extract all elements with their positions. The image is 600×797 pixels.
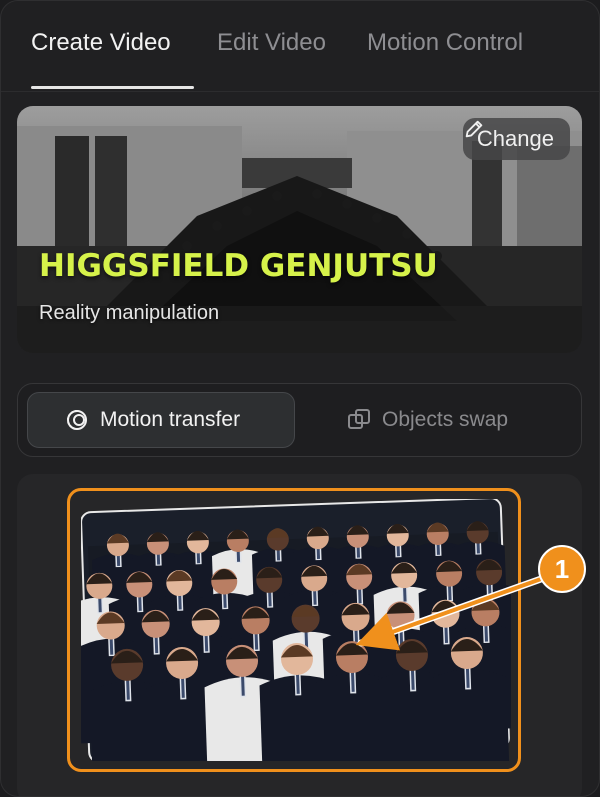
motion-transfer-option[interactable]: Motion transfer — [27, 392, 295, 448]
effect-preset-card[interactable]: HIGGSFIELD GENJUTSU Reality manipulation… — [17, 106, 582, 353]
preset-subtitle: Reality manipulation — [39, 302, 220, 324]
active-tab-indicator — [31, 86, 194, 89]
change-preset-button[interactable]: Change — [462, 118, 570, 160]
objects-swap-icon — [348, 409, 370, 429]
preset-title: HIGGSFIELD GENJUTSU — [39, 248, 438, 284]
mode-switch: Motion transfer Objects swap — [17, 383, 582, 457]
create-video-panel: Create Video Edit Video Motion Control H… — [0, 0, 600, 797]
tab-motion-control[interactable]: Motion Control — [367, 29, 523, 57]
tab-edit-video[interactable]: Edit Video — [217, 29, 326, 57]
tab-bar: Create Video Edit Video Motion Control — [31, 19, 571, 93]
tab-create-video[interactable]: Create Video — [31, 29, 171, 57]
change-label: Change — [476, 126, 554, 151]
tab-divider — [1, 91, 599, 92]
objects-swap-option[interactable]: Objects swap — [346, 392, 546, 448]
highlight-box — [67, 488, 521, 772]
motion-transfer-icon — [67, 410, 87, 430]
pencil-icon — [465, 120, 483, 138]
step-callout-badge: 1 — [538, 545, 586, 593]
motion-transfer-label: Motion transfer — [100, 408, 241, 431]
objects-swap-label: Objects swap — [382, 408, 509, 431]
